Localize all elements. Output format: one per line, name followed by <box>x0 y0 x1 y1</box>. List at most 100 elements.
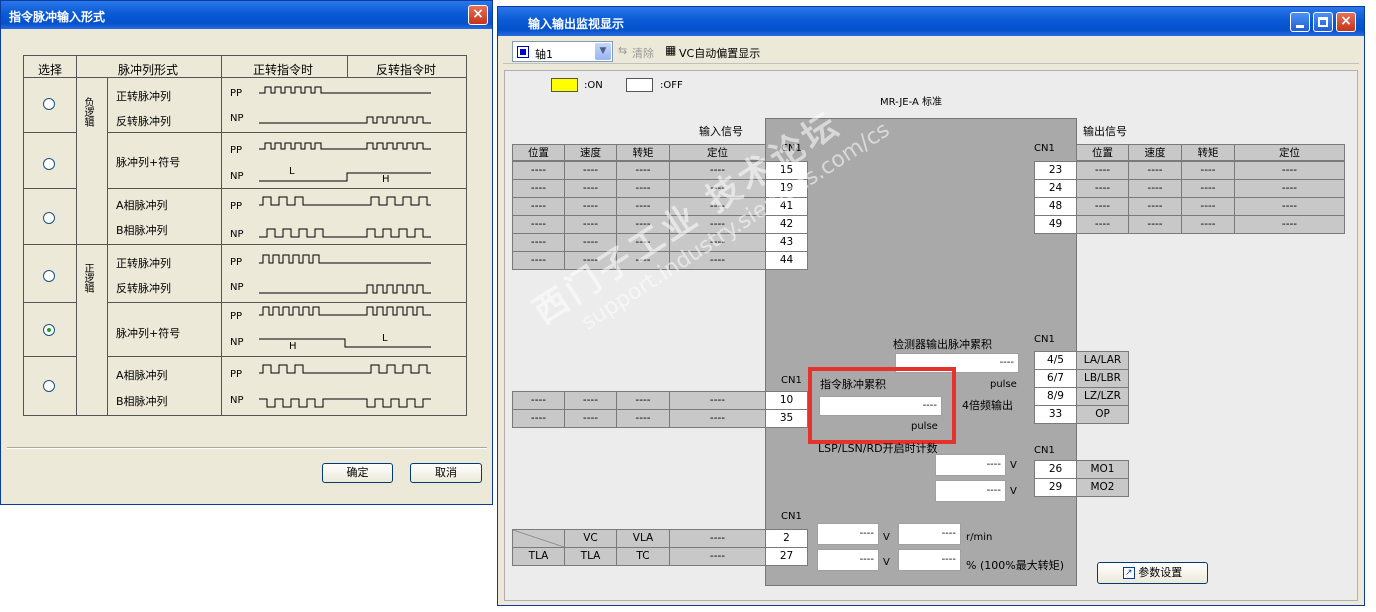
output-cell: ---- <box>1076 215 1129 234</box>
input-cell: ---- <box>616 215 670 234</box>
maximize-icon[interactable] <box>1313 12 1333 32</box>
close-icon[interactable]: × <box>1336 12 1356 32</box>
input-cell: ---- <box>616 179 670 198</box>
lsp-count-label: LSP/LSN/RD开启时计数 <box>818 442 938 455</box>
input-cell: ---- <box>616 161 670 180</box>
axis-select[interactable]: 轴1 ▼ <box>512 41 613 62</box>
row3-pp: PP <box>230 201 243 212</box>
input-cell: ---- <box>564 409 617 428</box>
encoder-signal: LA/LAR <box>1076 351 1129 370</box>
row3-waveform <box>259 196 431 238</box>
out-col-pos: 位置 <box>1076 144 1129 161</box>
analog-pin: 2 <box>765 529 808 548</box>
row5-level2: L <box>382 333 388 344</box>
header-form: 脉冲列形式 <box>118 63 179 77</box>
input-cell: ---- <box>669 251 766 270</box>
in-col-positioning: 定位 <box>669 144 766 161</box>
input-cell: ---- <box>512 409 565 428</box>
encoder-pin: 6/7 <box>1034 369 1077 388</box>
row2-label1: 脉冲列+符号 <box>116 156 181 169</box>
analog-cell: VLA <box>616 529 670 548</box>
input-pin: 41 <box>765 197 808 216</box>
output-cell: ---- <box>1181 215 1235 234</box>
output-cell: ---- <box>1128 179 1182 198</box>
x4-output-label: 4倍频输出 <box>962 399 1013 412</box>
input-signal-title: 输入信号 <box>699 125 743 138</box>
row5-pp: PP <box>230 311 243 322</box>
row2-np: NP <box>230 171 244 182</box>
input-cell: ---- <box>564 251 617 270</box>
output-pin: 48 <box>1034 197 1077 216</box>
dialog-separator <box>7 447 487 449</box>
input-cell: ---- <box>616 409 670 428</box>
legend-on-swatch <box>551 78 578 92</box>
vc-offset-icon: ▦ <box>665 43 677 57</box>
row3-label2: B相脉冲列 <box>116 224 168 237</box>
input-pin: 44 <box>765 251 808 270</box>
torque-field-1: ---- <box>817 549 879 571</box>
cn1-output-label: CN1 <box>1034 143 1055 154</box>
group-positive-logic: 正逻辑 <box>82 263 93 293</box>
row6-label2: B相脉冲列 <box>116 395 168 408</box>
group-negative-logic: 负逻辑 <box>82 97 93 127</box>
cancel-button[interactable]: 取消 <box>410 463 482 483</box>
out-col-speed: 速度 <box>1128 144 1182 161</box>
output-cell: ---- <box>1234 179 1345 198</box>
input-pin: 42 <box>765 215 808 234</box>
input-cell: ---- <box>564 179 617 198</box>
vc-offset-button[interactable]: VC自动偏置显示 <box>679 45 760 61</box>
output-cell: ---- <box>1128 197 1182 216</box>
clear-button[interactable]: 清除 <box>632 45 654 61</box>
header-select: 选择 <box>38 63 63 77</box>
close-icon[interactable]: × <box>468 5 488 25</box>
speed-unit-rmin: r/min <box>966 532 993 543</box>
cn1-encoder-label: CN1 <box>1034 334 1055 345</box>
row6-label1: A相脉冲列 <box>116 369 168 382</box>
encoder-signal: OP <box>1076 405 1129 424</box>
cn1-cmd-label: CN1 <box>781 375 802 386</box>
row4-label2: 反转脉冲列 <box>116 282 171 295</box>
input-pin: 19 <box>765 179 808 198</box>
torque-unit-percent: % (100%最大转矩) <box>966 559 1064 572</box>
radio-row-6[interactable] <box>43 380 55 392</box>
input-cell: ---- <box>512 179 565 198</box>
mo-signal: MO1 <box>1076 460 1129 479</box>
header-forward: 正转指令时 <box>253 63 314 77</box>
input-pin: 10 <box>765 391 808 410</box>
axis-icon <box>517 46 529 58</box>
radio-row-1[interactable] <box>43 98 55 110</box>
torque-field-2: ---- <box>898 549 961 571</box>
chevron-down-icon[interactable]: ▼ <box>595 43 611 60</box>
axis-value: 轴1 <box>535 48 553 61</box>
dialog-titlebar: 指令脉冲输入形式 × <box>1 1 492 29</box>
in-col-torque: 转矩 <box>616 144 670 161</box>
output-cell: ---- <box>1076 179 1129 198</box>
input-cell: ---- <box>564 215 617 234</box>
input-cell: ---- <box>669 179 766 198</box>
input-pin: 43 <box>765 233 808 252</box>
ok-button[interactable]: 确定 <box>322 463 393 483</box>
row4-np: NP <box>230 282 244 293</box>
row5-waveform <box>259 306 431 348</box>
analog-cell: TC <box>616 547 670 566</box>
input-cell: ---- <box>512 215 565 234</box>
minimize-icon[interactable] <box>1290 12 1310 32</box>
radio-row-3[interactable] <box>43 212 55 224</box>
external-link-icon: ↗ <box>1122 567 1135 579</box>
legend-off: :OFF <box>660 80 683 91</box>
radio-row-5[interactable] <box>43 324 55 336</box>
analog-cell: ---- <box>669 529 766 548</box>
output-cell: ---- <box>1076 161 1129 180</box>
row6-np: NP <box>230 395 244 406</box>
analog-v2-field: ---- <box>935 480 1006 502</box>
input-cell: ---- <box>564 161 617 180</box>
input-pin: 35 <box>765 409 808 428</box>
row5-label1: 脉冲列+符号 <box>116 327 181 340</box>
mo-pin: 26 <box>1034 460 1077 479</box>
radio-row-4[interactable] <box>43 270 55 282</box>
analog-v2-unit: V <box>1010 486 1017 497</box>
param-settings-button[interactable]: ↗ 参数设置 <box>1097 562 1208 584</box>
input-cell: ---- <box>616 251 670 270</box>
legend-on: :ON <box>584 80 603 91</box>
radio-row-2[interactable] <box>43 158 55 170</box>
